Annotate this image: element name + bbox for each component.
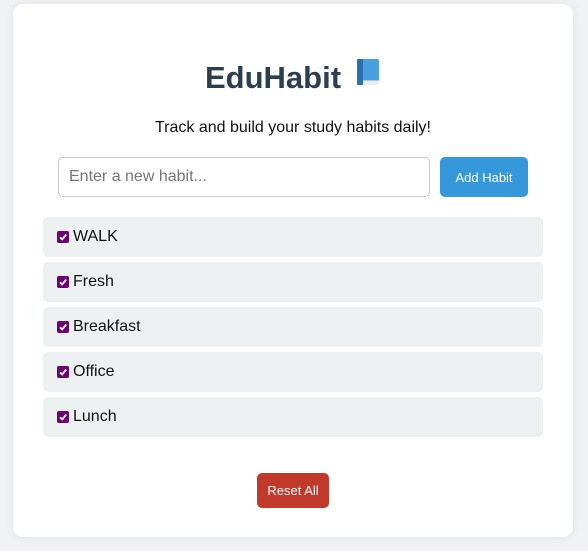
habit-checkbox[interactable] <box>57 410 69 423</box>
habit-label: Office <box>73 363 115 380</box>
add-habit-button[interactable]: Add Habit <box>440 157 528 197</box>
habit-checkbox[interactable] <box>57 320 69 333</box>
app-title: EduHabit <box>204 60 342 95</box>
habit-checkbox[interactable] <box>57 230 69 243</box>
habit-item: Fresh <box>43 262 543 302</box>
habit-item: Breakfast <box>43 307 543 347</box>
habit-item: Office <box>43 352 543 392</box>
habit-item: Lunch <box>43 397 543 437</box>
habit-label: Lunch <box>73 408 117 425</box>
habit-checkbox[interactable] <box>57 275 69 288</box>
subtitle: Track and build your study habits daily! <box>155 119 431 136</box>
habit-input[interactable] <box>58 157 430 197</box>
reset-all-button[interactable]: Reset All <box>257 473 329 508</box>
habit-label: Breakfast <box>73 318 141 335</box>
habit-label: Fresh <box>73 273 114 290</box>
app-card: EduHabit Track and build your study habi… <box>13 4 573 537</box>
habit-checkbox[interactable] <box>57 365 69 378</box>
habit-label: WALK <box>73 228 118 245</box>
habit-list: WALK Fresh Breakfast Office Lunch <box>43 217 543 442</box>
book-icon <box>355 57 381 97</box>
habit-item: WALK <box>43 217 543 257</box>
page-title: EduHabit <box>13 58 573 98</box>
